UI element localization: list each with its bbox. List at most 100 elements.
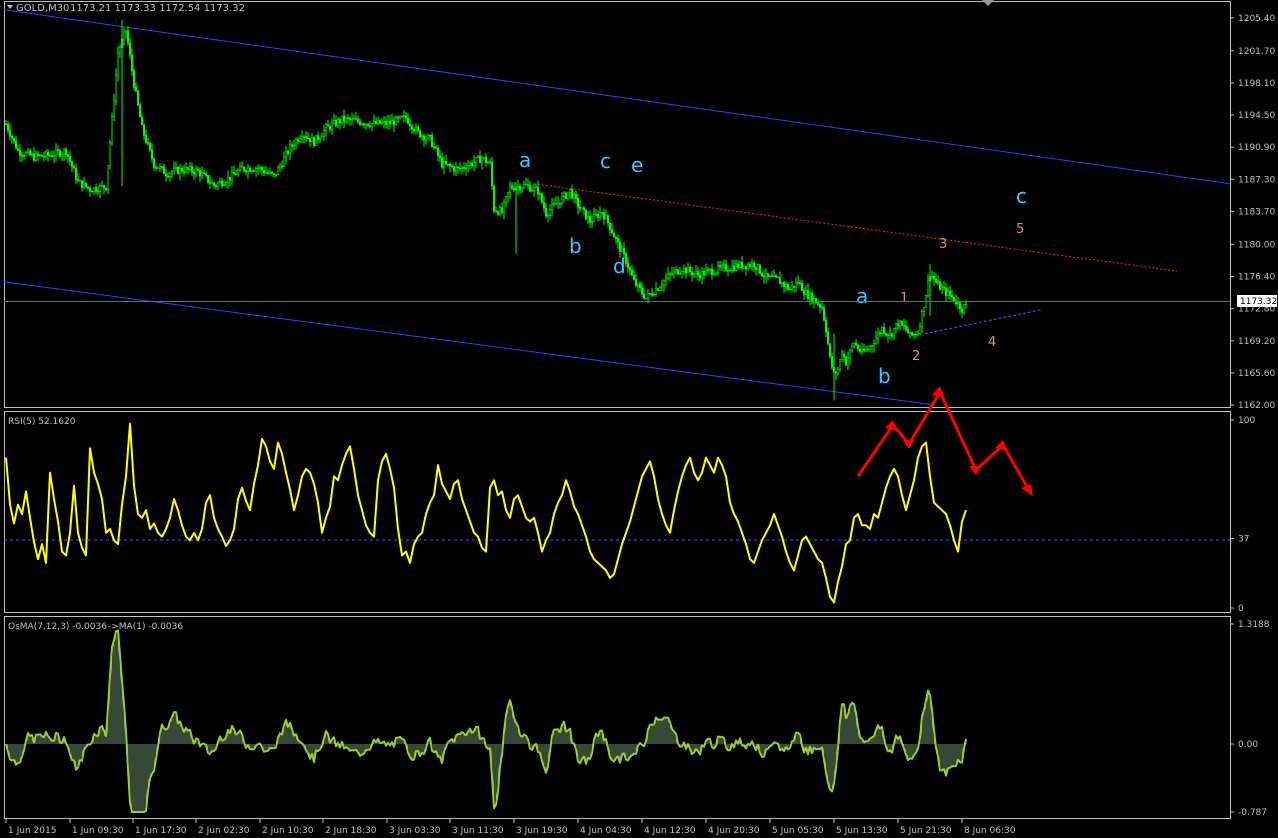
candle-body bbox=[310, 137, 314, 143]
time-tick-label: 2 Jun 18:30 bbox=[325, 826, 377, 836]
price-tick-label: 1165.60 bbox=[1238, 369, 1275, 379]
candle-body bbox=[600, 212, 604, 214]
candle-body bbox=[762, 275, 766, 278]
candle-body bbox=[588, 216, 592, 223]
candle-body bbox=[732, 265, 736, 271]
time-tick-label: 5 Jun 21:30 bbox=[900, 826, 952, 836]
candle-body bbox=[118, 47, 122, 54]
candle-body bbox=[566, 192, 570, 199]
candle-body bbox=[84, 182, 88, 188]
candle-body bbox=[320, 135, 324, 139]
candle-body bbox=[730, 265, 734, 271]
candle-body bbox=[516, 186, 520, 189]
candle-body bbox=[318, 137, 322, 140]
candle-body bbox=[864, 349, 868, 352]
candle-body bbox=[416, 126, 420, 132]
candle-body bbox=[472, 162, 476, 166]
candle-body bbox=[154, 167, 158, 169]
candle-body bbox=[322, 129, 326, 137]
time-tick-label: 3 Jun 03:30 bbox=[389, 826, 441, 836]
candle-body bbox=[590, 221, 594, 223]
candle-body bbox=[152, 158, 156, 168]
candle-body bbox=[50, 155, 54, 158]
candle-body bbox=[878, 332, 882, 334]
candle-body bbox=[546, 215, 550, 217]
candle-body bbox=[696, 271, 700, 276]
wave-label-a: a bbox=[519, 148, 531, 172]
osma-tick-label: -0.787 bbox=[1238, 808, 1267, 818]
candle-body bbox=[782, 282, 786, 287]
candle-body bbox=[360, 123, 364, 126]
candle-body bbox=[758, 264, 762, 274]
candle-body bbox=[306, 137, 310, 140]
candle-body bbox=[88, 187, 92, 192]
time-tick-label: 5 Jun 13:30 bbox=[836, 826, 888, 836]
candle-body bbox=[28, 150, 32, 156]
candle-body bbox=[794, 281, 798, 288]
candle-body bbox=[792, 285, 796, 288]
candle-body bbox=[498, 207, 502, 215]
candle-body bbox=[848, 349, 852, 359]
wave-count-3: 3 bbox=[939, 237, 947, 252]
candle-body bbox=[98, 185, 102, 192]
candle-body bbox=[54, 149, 58, 157]
candle-body bbox=[26, 150, 30, 153]
candle-body bbox=[128, 42, 132, 56]
candle-body bbox=[630, 269, 634, 276]
candle-body bbox=[508, 185, 512, 193]
candle-body bbox=[488, 161, 492, 164]
candle-body bbox=[964, 301, 968, 305]
candle-body bbox=[882, 327, 886, 334]
candle-body bbox=[870, 345, 874, 348]
candle-body bbox=[680, 271, 684, 274]
candle-body bbox=[820, 306, 824, 308]
candle-body bbox=[178, 167, 182, 174]
time-tick-label: 1 Jun 17:30 bbox=[135, 826, 187, 836]
candle-body bbox=[596, 214, 600, 218]
candle-body bbox=[694, 271, 698, 274]
current-price-label: 1173.32 bbox=[1240, 297, 1277, 307]
candle-body bbox=[606, 215, 610, 224]
candle-body bbox=[476, 155, 480, 158]
candle-body bbox=[938, 281, 942, 290]
candle-body bbox=[906, 329, 910, 334]
candle-body bbox=[238, 166, 242, 171]
time-tick-label: 4 Jun 04:30 bbox=[580, 826, 632, 836]
candle-body bbox=[248, 167, 252, 172]
candle-body bbox=[122, 31, 126, 40]
candle-body bbox=[942, 287, 946, 289]
candle-body bbox=[722, 264, 726, 266]
candle-body bbox=[560, 196, 564, 205]
candle-body bbox=[640, 287, 644, 294]
price-tick-label: 1180.00 bbox=[1238, 240, 1275, 250]
candle-body bbox=[914, 333, 918, 336]
candle-body bbox=[266, 172, 270, 174]
candle-body bbox=[186, 167, 190, 170]
price-tick-label: 1201.70 bbox=[1238, 47, 1275, 57]
candle-body bbox=[952, 296, 956, 301]
candle-body bbox=[872, 343, 876, 346]
candle-body bbox=[414, 126, 418, 132]
osma-tick-label: 0.00 bbox=[1238, 740, 1258, 750]
candle-body bbox=[176, 166, 180, 174]
candle-body bbox=[164, 173, 168, 177]
candle-body bbox=[198, 170, 202, 177]
candle-body bbox=[756, 264, 760, 270]
candle-body bbox=[276, 167, 280, 176]
candle-body bbox=[38, 154, 42, 157]
candle-body bbox=[428, 134, 432, 137]
wave-label-c: c bbox=[1016, 184, 1027, 208]
candle-body bbox=[216, 182, 220, 187]
candle-body bbox=[392, 120, 396, 126]
candle-body bbox=[222, 184, 226, 186]
candle-body bbox=[204, 173, 208, 176]
candle-body bbox=[922, 307, 926, 312]
candle-body bbox=[642, 293, 646, 299]
candle-body bbox=[502, 201, 506, 213]
candle-body bbox=[192, 171, 196, 175]
candle-body bbox=[940, 287, 944, 290]
candle-body bbox=[932, 275, 936, 280]
candle-body bbox=[544, 207, 548, 217]
candle-body bbox=[398, 116, 402, 119]
candle-body bbox=[522, 184, 526, 189]
